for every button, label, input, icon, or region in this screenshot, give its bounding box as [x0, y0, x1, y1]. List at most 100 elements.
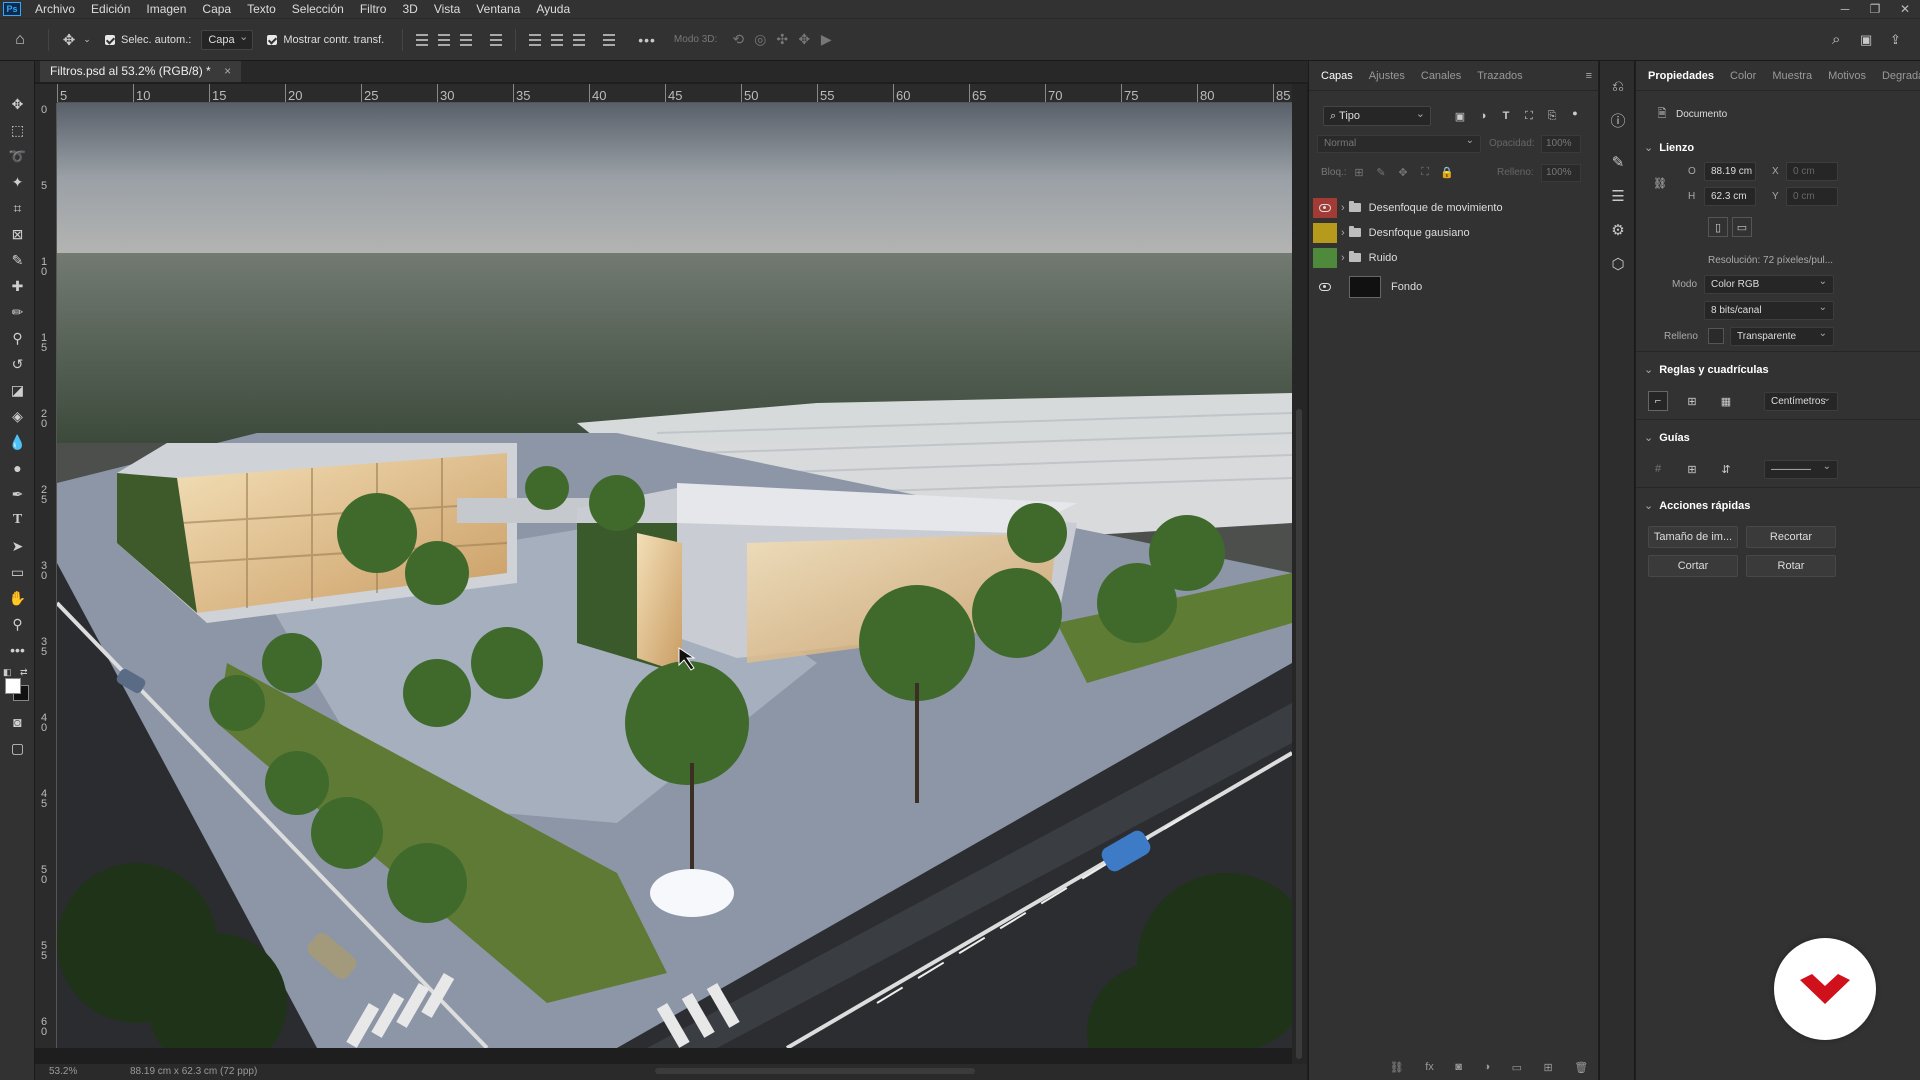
tab-capas[interactable]: Capas — [1313, 61, 1361, 91]
lock-pixels-icon[interactable]: ✎ — [1371, 162, 1391, 182]
foreground-color-swatch[interactable] — [5, 678, 21, 694]
tab-canales[interactable]: Canales — [1413, 61, 1469, 91]
slide-3d-icon[interactable]: ✥ — [793, 31, 815, 48]
align-bottom-icon[interactable] — [568, 30, 590, 50]
ruler-units-dropdown[interactable]: Centímetros — [1764, 390, 1838, 411]
close-tab-icon[interactable]: × — [224, 64, 231, 78]
guide-layout-icon[interactable]: ⇵ — [1716, 459, 1736, 479]
edit-toolbar-icon[interactable]: ••• — [0, 637, 35, 663]
layer-visibility-toggle[interactable] — [1313, 247, 1337, 268]
tab-degradados[interactable]: Degrada — [1874, 61, 1920, 91]
distribute-v-icon[interactable] — [598, 30, 620, 50]
layer-visibility-toggle[interactable] — [1313, 197, 1337, 218]
chevron-right-icon[interactable]: › — [1341, 252, 1345, 264]
tab-color[interactable]: Color — [1722, 61, 1764, 91]
canvas-x-input[interactable]: 0 cm — [1786, 162, 1838, 181]
menu-vista[interactable]: Vista — [426, 0, 468, 18]
chevron-down-icon[interactable]: ⌄ — [81, 34, 93, 45]
history-panel-icon[interactable]: ⎌ — [1600, 69, 1636, 103]
eyedropper-tool-icon[interactable]: ✎ — [0, 247, 35, 273]
align-right-icon[interactable] — [455, 30, 477, 50]
opacity-input[interactable]: 100% — [1541, 135, 1581, 153]
camera-3d-icon[interactable]: ▶ — [815, 31, 837, 48]
grid-toggle-icon[interactable]: ⊞ — [1682, 391, 1702, 411]
filter-pixel-icon[interactable]: ▣ — [1450, 106, 1470, 126]
vertical-ruler[interactable]: 0 5 1 0 1 5 2 0 2 5 3 0 3 5 4 0 4 5 5 0 5 5 6 0 — [35, 103, 57, 1048]
adjustments-icon[interactable]: ☰ — [1600, 179, 1636, 213]
pen-tool-icon[interactable]: ✒ — [0, 481, 35, 507]
brush-tool-icon[interactable]: ✏ — [0, 299, 35, 325]
canvas-height-input[interactable]: 62.3 cm — [1704, 187, 1756, 206]
tab-motivos[interactable]: Motivos — [1820, 61, 1874, 91]
lock-transparency-icon[interactable]: ⊞ — [1349, 162, 1369, 182]
share-icon[interactable]: ⇪ — [1890, 32, 1901, 48]
trim-button[interactable]: Cortar — [1648, 555, 1738, 577]
filter-shape-icon[interactable]: ⛶ — [1519, 106, 1539, 126]
menu-ayuda[interactable]: Ayuda — [528, 0, 578, 18]
crop-tool-icon[interactable]: ⌗ — [0, 195, 35, 221]
menu-texto[interactable]: Texto — [239, 0, 284, 18]
layer-visibility-toggle[interactable] — [1313, 277, 1337, 297]
clone-stamp-tool-icon[interactable]: ⚲ — [0, 325, 35, 351]
tab-ajustes[interactable]: Ajustes — [1361, 61, 1413, 91]
hand-tool-icon[interactable]: ✋ — [0, 585, 35, 611]
move-tool-icon[interactable]: ✥ — [0, 91, 35, 117]
chevron-right-icon[interactable]: › — [1341, 202, 1345, 214]
frame-tool-icon[interactable]: ⊠ — [0, 221, 35, 247]
layer-row[interactable]: › Desnfoque gausiano — [1313, 220, 1581, 245]
info-panel-icon[interactable]: ⓘ — [1600, 103, 1636, 137]
image-size-button[interactable]: Tamaño de im... — [1648, 526, 1738, 548]
guide-style-dropdown[interactable]: ———— — [1764, 458, 1838, 479]
align-top-icon[interactable] — [524, 30, 546, 50]
rotate-button[interactable]: Rotar — [1746, 555, 1836, 577]
filter-adjustment-icon[interactable]: ◑ — [1473, 106, 1493, 126]
new-layer-icon[interactable]: ⊞ — [1544, 1061, 1553, 1074]
bit-depth-dropdown[interactable]: 8 bits/canal — [1704, 299, 1834, 320]
delete-layer-icon[interactable]: 🗑 — [1574, 1061, 1588, 1074]
menu-3d[interactable]: 3D — [394, 0, 425, 18]
checkbox-checked-icon[interactable] — [105, 34, 115, 45]
blend-mode-dropdown[interactable]: Normal — [1317, 133, 1481, 153]
filter-smart-object-icon[interactable]: ⎘ — [1542, 106, 1562, 126]
crop-button[interactable]: Recortar — [1746, 526, 1836, 548]
home-icon[interactable]: ⌂ — [0, 31, 40, 49]
menu-seleccion[interactable]: Selección — [284, 0, 352, 18]
workspace-icon[interactable]: ▣ — [1860, 32, 1872, 48]
marquee-tool-icon[interactable]: ⬚ — [0, 117, 35, 143]
rulers-toggle-icon[interactable]: ⌐ — [1648, 391, 1668, 411]
show-transform-checkbox[interactable]: Mostrar contr. transf. — [267, 34, 384, 46]
filter-type-icon[interactable]: T — [1496, 106, 1516, 126]
layer-style-icon[interactable]: fx — [1425, 1061, 1434, 1074]
menu-archivo[interactable]: Archivo — [27, 0, 83, 18]
align-middle-icon[interactable] — [546, 30, 568, 50]
lasso-tool-icon[interactable]: ➰ — [0, 143, 35, 169]
align-center-h-icon[interactable] — [433, 30, 455, 50]
blur-tool-icon[interactable]: 💧 — [0, 429, 35, 455]
landscape-orientation-icon[interactable]: ▭ — [1732, 217, 1752, 237]
layer-visibility-toggle[interactable] — [1313, 222, 1337, 243]
move-tool-icon[interactable]: ✥ — [57, 31, 81, 49]
vertical-scrollbar[interactable] — [1292, 84, 1307, 1064]
distribute-h-icon[interactable] — [485, 30, 507, 50]
auto-select-target-dropdown[interactable]: Capa — [201, 28, 254, 50]
layer-row[interactable]: › Ruido — [1313, 245, 1581, 270]
brush-settings-icon[interactable]: ✎ — [1600, 145, 1636, 179]
rectangle-tool-icon[interactable]: ▭ — [0, 559, 35, 585]
lock-all-icon[interactable]: 🔒 — [1437, 162, 1457, 182]
scrollbar-thumb[interactable] — [1296, 409, 1302, 1059]
more-options-button[interactable]: ••• — [638, 32, 656, 48]
canvas[interactable] — [57, 103, 1292, 1048]
restore-icon[interactable]: ❐ — [1860, 0, 1890, 18]
tab-propiedades[interactable]: Propiedades — [1640, 61, 1722, 91]
menu-filtro[interactable]: Filtro — [352, 0, 395, 18]
pan-3d-icon[interactable]: ✣ — [771, 31, 793, 48]
libraries-icon[interactable]: ⚙ — [1600, 213, 1636, 247]
lock-artboard-icon[interactable]: ⛶ — [1415, 162, 1435, 182]
auto-select-checkbox[interactable]: Selec. autom.: — [105, 34, 191, 46]
eraser-tool-icon[interactable]: ◪ — [0, 377, 35, 403]
menu-edicion[interactable]: Edición — [83, 0, 138, 18]
new-group-icon[interactable]: ▭ — [1512, 1061, 1522, 1074]
horizontal-ruler[interactable]: 5 10 15 20 25 30 35 40 45 50 55 60 65 70 75 80 85 — [57, 84, 1292, 103]
history-brush-tool-icon[interactable]: ↺ — [0, 351, 35, 377]
menu-imagen[interactable]: Imagen — [138, 0, 194, 18]
